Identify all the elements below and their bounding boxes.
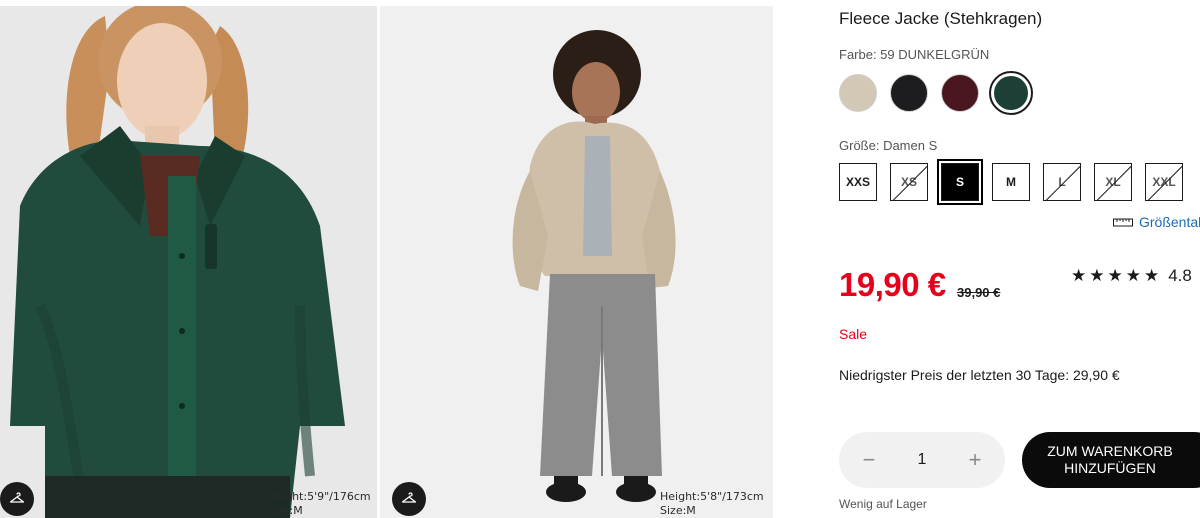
size-option-s[interactable]: S [937, 159, 983, 205]
hanger-icon [9, 492, 25, 503]
add-to-cart-button[interactable]: ZUM WARENKORB HINZUFÜGEN [1022, 432, 1200, 488]
quantity-stepper: − 1 + [839, 432, 1005, 488]
try-on-button[interactable] [0, 482, 34, 516]
original-price: 39,90 € [957, 285, 1001, 300]
product-title: Fleece Jacke (Stehkragen) [839, 9, 1043, 28]
rating[interactable]: ★★★★★ 4.8 [1071, 266, 1192, 286]
size-option-xs[interactable]: XS [890, 163, 928, 201]
model-height: Height:5'9"/176cm [267, 490, 371, 503]
color-swatch-black[interactable] [890, 74, 928, 112]
size-guide-link[interactable]: Größentabelle [1113, 214, 1200, 230]
color-label: Farbe: 59 DUNKELGRÜN [839, 47, 990, 62]
size-option-m[interactable]: M [992, 163, 1030, 201]
model-beige-fleece-illustration [380, 6, 773, 518]
rating-value: 4.8 [1168, 266, 1192, 285]
size-option-xl[interactable]: XL [1094, 163, 1132, 201]
current-price: 19,90 € [839, 266, 946, 303]
model-height: Height:5'8"/173cm [660, 490, 764, 503]
model-measurements-caption: Height:5'9"/176cm Size:M [267, 490, 371, 518]
model-measurements-caption: Height:5'8"/173cm Size:M [660, 490, 764, 518]
quantity-value[interactable]: 1 [918, 451, 927, 469]
ruler-icon [1113, 218, 1133, 227]
color-swatch-dark-green[interactable] [989, 71, 1033, 115]
product-image-1[interactable]: Height:5'9"/176cm Size:M [0, 6, 377, 518]
try-on-button[interactable] [392, 482, 426, 516]
size-option-xxl[interactable]: XXL [1145, 163, 1183, 201]
add-to-cart-label-line2: HINZUFÜGEN [1064, 460, 1156, 476]
sale-badge: Sale [839, 326, 868, 342]
model-size: Size:M [267, 504, 303, 517]
model-green-fleece-illustration [0, 6, 377, 518]
stock-status: Wenig auf Lager [839, 497, 927, 511]
size-guide-label: Größentabelle [1139, 214, 1200, 230]
product-image-2[interactable]: Height:5'8"/173cm Size:M [380, 6, 773, 518]
size-option-xxs[interactable]: XXS [839, 163, 877, 201]
model-size: Size:M [660, 504, 696, 517]
increase-quantity-button[interactable]: + [965, 449, 985, 471]
add-to-cart-label-line1: ZUM WARENKORB [1047, 443, 1173, 459]
rating-stars-icon: ★★★★★ [1071, 266, 1163, 285]
color-swatch-wine[interactable] [941, 74, 979, 112]
hanger-icon [401, 492, 417, 503]
size-option-l[interactable]: L [1043, 163, 1081, 201]
decrease-quantity-button[interactable]: − [859, 449, 879, 471]
color-swatch-beige[interactable] [839, 74, 877, 112]
product-details-panel: Fleece Jacke (Stehkragen) Farbe: 59 DUNK… [839, 0, 1200, 518]
size-label: Größe: Damen S [839, 138, 938, 153]
lowest-price-note: Niedrigster Preis der letzten 30 Tage: 2… [839, 367, 1120, 383]
